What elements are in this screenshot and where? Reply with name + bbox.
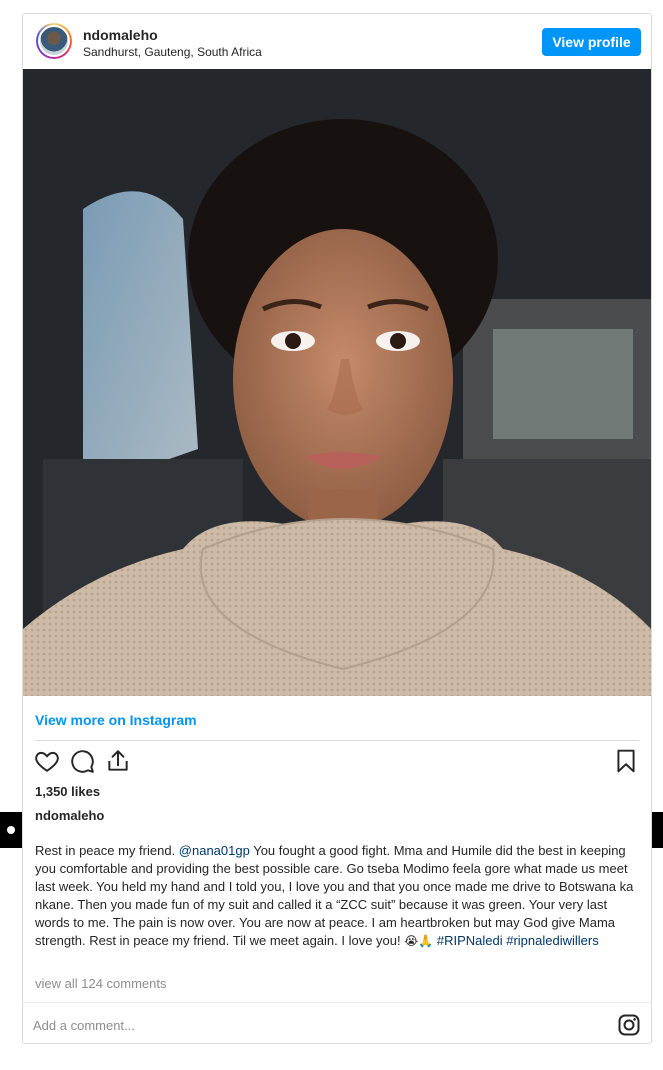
caption-intro: Rest in peace my friend. xyxy=(35,843,179,858)
bookmark-icon[interactable] xyxy=(613,748,639,774)
hashtag-link[interactable]: #RIPNaledi xyxy=(437,933,503,948)
add-comment-input[interactable] xyxy=(33,1016,603,1034)
header-username[interactable]: ndomaleho xyxy=(83,27,158,43)
comment-icon[interactable] xyxy=(69,748,95,774)
caption-author[interactable]: ndomaleho xyxy=(35,808,104,823)
portrait-photo xyxy=(23,69,651,696)
post-header: ndomaleho Sandhurst, Gauteng, South Afri… xyxy=(23,14,651,69)
post-caption: Rest in peace my friend. @nana01gp You f… xyxy=(35,842,643,950)
hashtag-link[interactable]: #ripnalediwillers xyxy=(506,933,599,948)
action-bar xyxy=(23,748,651,778)
left-edge-tab xyxy=(0,812,22,848)
view-profile-button[interactable]: View profile xyxy=(542,28,641,56)
dot-icon xyxy=(7,826,15,834)
instagram-embed-card: ndomaleho Sandhurst, Gauteng, South Afri… xyxy=(22,13,652,1044)
divider xyxy=(35,740,639,741)
share-icon[interactable] xyxy=(105,748,131,774)
avatar-image xyxy=(38,25,70,57)
header-location[interactable]: Sandhurst, Gauteng, South Africa xyxy=(83,45,262,59)
view-more-link[interactable]: View more on Instagram xyxy=(35,712,197,728)
likes-count[interactable]: 1,350 likes xyxy=(35,784,100,799)
mention-link[interactable]: @nana01gp xyxy=(179,843,250,858)
post-photo[interactable] xyxy=(23,69,651,696)
divider xyxy=(23,1002,651,1003)
instagram-icon[interactable] xyxy=(617,1013,641,1037)
view-comments-link[interactable]: view all 124 comments xyxy=(35,976,167,991)
heart-icon[interactable] xyxy=(34,748,60,774)
right-edge-tab xyxy=(652,812,663,848)
caption-emojis: 😭🙏 xyxy=(404,934,434,948)
avatar[interactable] xyxy=(36,23,72,59)
